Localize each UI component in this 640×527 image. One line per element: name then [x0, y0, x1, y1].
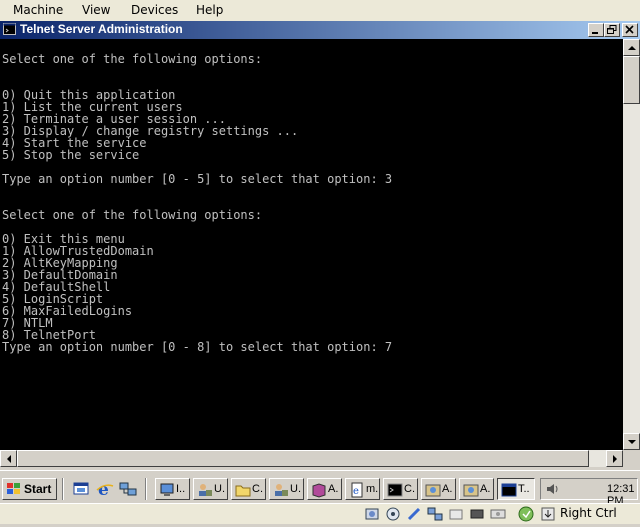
vm-status-bar: Right Ctrl: [0, 503, 640, 524]
task-button[interactable]: A.: [459, 478, 494, 500]
console-window-icon[interactable]: [3, 23, 16, 36]
start-label: Start: [24, 482, 52, 496]
scroll-left-button[interactable]: [0, 450, 17, 467]
task-button[interactable]: C.: [231, 478, 266, 500]
keyboard-arrow-icon[interactable]: [540, 506, 556, 522]
task-label: A.: [480, 483, 491, 495]
vertical-scrollbar[interactable]: [623, 39, 640, 450]
restore-button[interactable]: [604, 23, 620, 37]
menu-devices[interactable]: Devices: [131, 3, 178, 17]
console-line: 5) Stop the service: [2, 148, 140, 162]
folder-icon: [235, 482, 251, 501]
task-label: T..: [518, 483, 530, 495]
task-button[interactable]: e m.: [345, 478, 380, 500]
command-prompt-icon: [387, 482, 403, 501]
users-icon: [197, 482, 213, 501]
shared-folder-icon[interactable]: [448, 506, 464, 522]
minimize-button[interactable]: [588, 23, 604, 37]
console-output[interactable]: Select one of the following options: 0) …: [0, 39, 623, 450]
task-button[interactable]: U.: [269, 478, 304, 500]
windows-logo-icon: [6, 482, 22, 501]
console-line: Type an option number [0 - 8] to select …: [2, 340, 393, 354]
window-title: Telnet Server Administration: [20, 22, 183, 36]
svg-text:e: e: [98, 480, 109, 498]
console-text: Select one of the following options: 0) …: [2, 53, 392, 353]
task-label: m.: [366, 483, 379, 495]
usb-icon[interactable]: [406, 506, 422, 522]
console-line: Select one of the following options:: [2, 52, 263, 66]
network-adapter-icon[interactable]: [427, 506, 443, 522]
task-label: C.: [404, 483, 415, 495]
scroll-up-button[interactable]: [623, 39, 640, 56]
scroll-down-button[interactable]: [623, 433, 640, 450]
taskbar: Start e I.. U. C. U. A. e m. C. A. A. T.…: [0, 470, 640, 507]
host-key-label: Right Ctrl: [560, 506, 617, 520]
horizontal-scroll-thumb[interactable]: [17, 450, 589, 467]
volume-icon[interactable]: [545, 481, 561, 502]
network-icon[interactable]: [119, 480, 137, 498]
task-label: U.: [290, 483, 301, 495]
svg-text:e: e: [353, 486, 359, 497]
scrollbar-corner: [623, 450, 640, 467]
system-tray: 12:31 PM: [540, 478, 638, 507]
start-button[interactable]: Start: [2, 478, 57, 500]
console-line: 6) MaxFailedLogins: [2, 304, 133, 318]
menu-view[interactable]: View: [82, 3, 110, 17]
task-button[interactable]: I..: [155, 478, 190, 500]
hard-disk-icon[interactable]: [364, 506, 380, 522]
taskbar-separator: [145, 478, 147, 500]
admin-tool-icon: [425, 482, 441, 501]
task-label: C.: [252, 483, 263, 495]
menu-help[interactable]: Help: [196, 3, 223, 17]
admin-tool-icon: [463, 482, 479, 501]
computer-icon: [159, 482, 175, 501]
menu-machine[interactable]: Machine: [13, 3, 63, 17]
display-icon[interactable]: [469, 506, 485, 522]
task-label: I..: [176, 483, 186, 495]
task-button[interactable]: C.: [383, 478, 418, 500]
close-button[interactable]: [622, 23, 638, 37]
users-icon: [273, 482, 289, 501]
task-button[interactable]: U.: [193, 478, 228, 500]
task-label: U.: [214, 483, 225, 495]
vertical-scroll-thumb[interactable]: [623, 56, 640, 104]
taskbar-separator: [62, 478, 64, 500]
internet-explorer-icon[interactable]: e: [96, 480, 114, 500]
task-button[interactable]: A.: [421, 478, 456, 500]
mouse-integration-icon[interactable]: [518, 506, 534, 522]
horizontal-scrollbar[interactable]: [0, 450, 623, 467]
book-icon: [311, 482, 327, 501]
console-line: Type an option number [0 - 5] to select …: [2, 172, 393, 186]
task-label: A.: [328, 483, 339, 495]
window-title-bar[interactable]: Telnet Server Administration: [0, 21, 640, 39]
document-icon: e: [349, 482, 365, 501]
task-label: A.: [442, 483, 453, 495]
show-desktop-icon[interactable]: [72, 480, 90, 498]
scroll-right-button[interactable]: [606, 450, 623, 467]
vm-menu-bar: Machine View Devices Help: [0, 0, 640, 22]
optical-drive-icon[interactable]: [385, 506, 401, 522]
console-line: Select one of the following options:: [2, 208, 263, 222]
task-button-active[interactable]: T..: [497, 478, 535, 500]
video-capture-icon[interactable]: [490, 506, 506, 522]
telnet-icon: [501, 482, 517, 501]
task-button[interactable]: A.: [307, 478, 342, 500]
